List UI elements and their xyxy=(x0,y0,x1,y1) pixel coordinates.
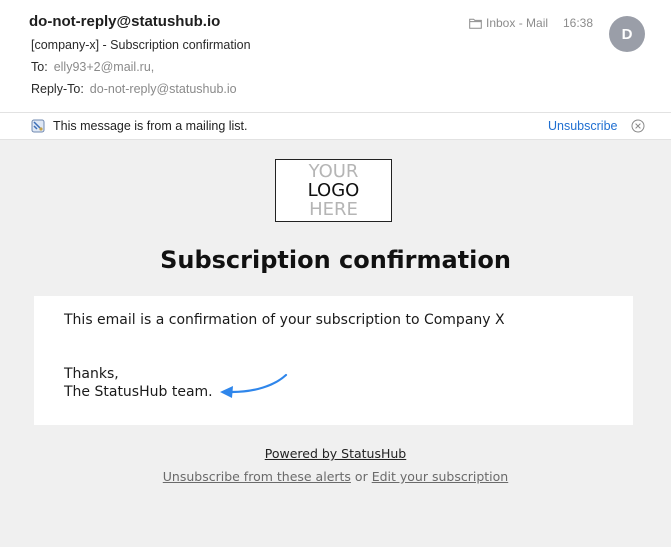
unsubscribe-button[interactable]: Unsubscribe xyxy=(548,119,617,133)
to-value[interactable]: elly93+2@mail.ru, xyxy=(54,60,155,74)
powered-by-link[interactable]: Powered by StatusHub xyxy=(0,446,671,461)
footer-or: or xyxy=(354,469,368,484)
folder-icon xyxy=(469,18,482,29)
sender-avatar: D xyxy=(609,16,645,52)
received-time: 16:38 xyxy=(563,16,594,30)
unsubscribe-alerts-link[interactable]: Unsubscribe from these alerts xyxy=(163,469,351,484)
edit-subscription-link[interactable]: Edit your subscription xyxy=(372,469,509,484)
reply-to-label: Reply-To: xyxy=(31,82,84,96)
email-title: Subscription confirmation xyxy=(160,246,511,274)
annotation-arrow-icon xyxy=(220,373,288,398)
logo-line-logo: LOGO xyxy=(307,180,360,201)
reply-to-row: Reply-To: do-not-reply@statushub.io xyxy=(31,82,237,96)
email-body-text: This email is a confirmation of your sub… xyxy=(64,312,505,328)
reply-to-value[interactable]: do-not-reply@statushub.io xyxy=(90,82,237,96)
email-subject: [company-x] - Subscription confirmation xyxy=(31,38,251,52)
signoff-team: The StatusHub team. xyxy=(64,384,213,400)
sender-address: do-not-reply@statushub.io xyxy=(29,13,221,30)
close-circle-icon[interactable] xyxy=(631,119,645,133)
company-logo-placeholder: YOUR LOGO HERE xyxy=(275,159,392,222)
logo-line-your: YOUR xyxy=(308,161,359,182)
to-row: To: elly93+2@mail.ru, xyxy=(31,60,154,74)
mailbox-name: Inbox - Mail xyxy=(486,16,549,30)
to-label: To: xyxy=(31,60,48,74)
mailing-list-icon xyxy=(31,119,45,133)
mailing-list-text: This message is from a mailing list. xyxy=(53,119,248,133)
email-header: do-not-reply@statushub.io [company-x] - … xyxy=(0,0,671,113)
logo-line-here: HERE xyxy=(309,199,358,220)
mailing-list-banner: This message is from a mailing list. Uns… xyxy=(0,113,671,140)
footer-links: Unsubscribe from these alerts or Edit yo… xyxy=(0,469,671,484)
email-body-card: This email is a confirmation of your sub… xyxy=(34,296,633,425)
mailbox-location[interactable]: Inbox - Mail xyxy=(469,16,548,30)
signoff-thanks: Thanks, xyxy=(64,366,119,382)
